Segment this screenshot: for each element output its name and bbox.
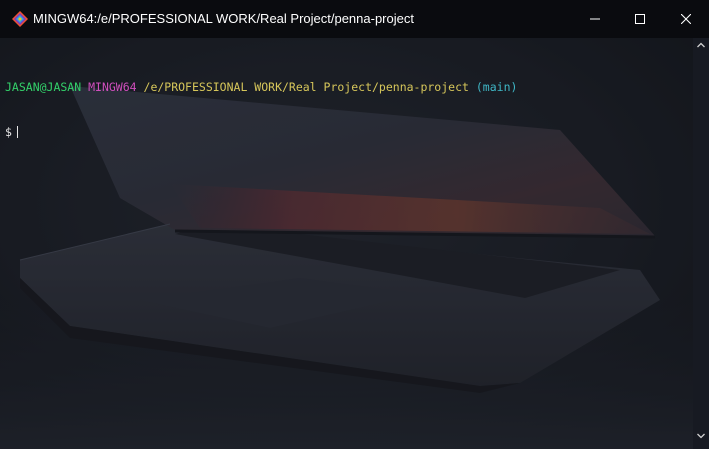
prompt-line: JASAN@JASAN MINGW64 /e/PROFESSIONAL WORK… [5,80,517,95]
scroll-down-button[interactable] [693,429,709,443]
prompt-symbol: $ [5,125,12,139]
vertical-scrollbar[interactable] [693,38,709,449]
prompt-user-host: JASAN@JASAN [5,80,82,94]
terminal-output: JASAN@JASAN MINGW64 /e/PROFESSIONAL WORK… [5,50,517,170]
git-bash-icon [12,11,28,27]
prompt-path: /e/PROFESSIONAL WORK/Real Project/penna-… [143,80,469,94]
minimize-icon [590,18,600,20]
window-title: MINGW64:/e/PROFESSIONAL WORK/Real Projec… [33,11,414,26]
close-button[interactable] [663,0,709,38]
title-bar[interactable]: MINGW64:/e/PROFESSIONAL WORK/Real Projec… [0,0,709,38]
prompt-branch: (main) [475,80,518,94]
maximize-button[interactable] [617,0,663,38]
chevron-up-icon [697,42,705,48]
scroll-up-button[interactable] [693,38,709,52]
text-cursor [16,126,18,138]
terminal-window: MINGW64:/e/PROFESSIONAL WORK/Real Projec… [0,0,709,449]
minimize-button[interactable] [572,0,618,38]
close-icon [681,14,691,24]
input-line[interactable]: $ [5,125,517,140]
chevron-down-icon [697,433,705,439]
terminal-area[interactable]: JASAN@JASAN MINGW64 /e/PROFESSIONAL WORK… [0,38,693,449]
maximize-icon [635,14,645,24]
prompt-system: MINGW64 [88,80,137,94]
